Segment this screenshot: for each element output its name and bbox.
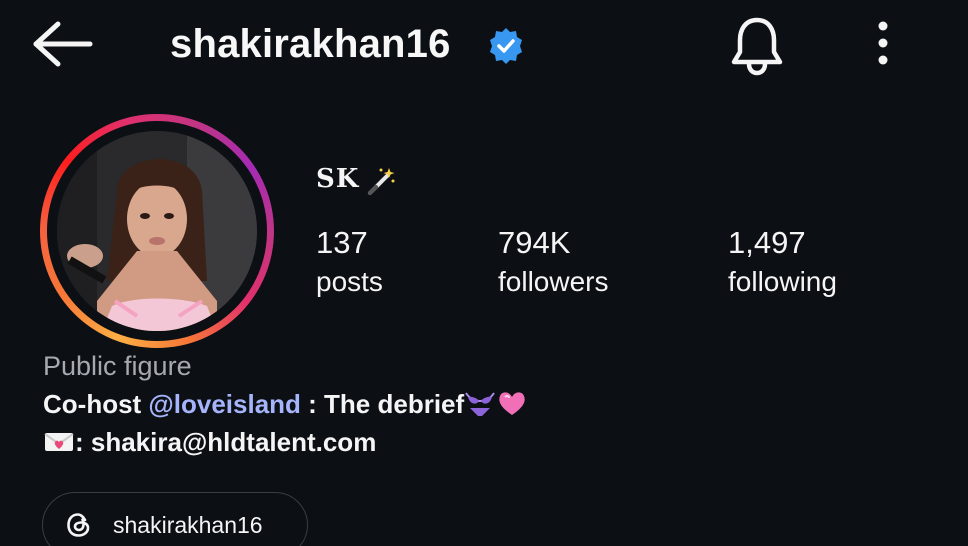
back-button[interactable] bbox=[30, 18, 94, 70]
bell-icon bbox=[731, 17, 783, 76]
bio-line-1: Co-host @loveisland : The debrief bbox=[43, 386, 528, 422]
threads-link-button[interactable]: shakirakhan16 bbox=[42, 492, 308, 546]
following-count: 1,497 bbox=[728, 225, 806, 260]
magic-wand-emoji-icon bbox=[368, 168, 395, 195]
more-vertical-icon bbox=[878, 21, 888, 65]
followers-stat[interactable]: 794K followers bbox=[498, 224, 608, 302]
love-letter-emoji-icon bbox=[44, 433, 74, 451]
bio-suffix: : The debrief bbox=[300, 389, 465, 419]
more-options-button[interactable] bbox=[866, 16, 900, 72]
avatar[interactable] bbox=[57, 131, 257, 331]
profile-category: Public figure bbox=[43, 351, 192, 381]
arrow-left-icon bbox=[33, 21, 93, 67]
threads-icon bbox=[67, 513, 90, 537]
profile-photo bbox=[57, 131, 257, 331]
story-ring[interactable] bbox=[40, 114, 274, 348]
bikini-emoji-icon bbox=[465, 392, 496, 416]
verified-badge-icon bbox=[490, 28, 522, 64]
threads-username: shakirakhan16 bbox=[113, 512, 263, 538]
bio-email[interactable]: : shakira@hldtalent.com bbox=[75, 427, 376, 457]
posts-stat[interactable]: 137 posts bbox=[316, 224, 383, 302]
followers-count: 794K bbox=[498, 225, 571, 260]
notifications-button[interactable] bbox=[726, 12, 788, 78]
following-label: following bbox=[728, 266, 837, 297]
display-name: SK bbox=[316, 164, 360, 194]
followers-label: followers bbox=[498, 266, 609, 297]
profile-username: shakirakhan16 bbox=[170, 22, 451, 66]
bio-mention-link[interactable]: @loveisland bbox=[148, 389, 301, 419]
posts-count: 137 bbox=[316, 225, 368, 260]
posts-label: posts bbox=[316, 266, 383, 297]
pink-heart-emoji-icon bbox=[499, 392, 525, 415]
profile-page: shakirakhan16 SK 137 posts 794K follower… bbox=[0, 0, 968, 546]
bio-prefix: Co-host bbox=[43, 389, 149, 419]
following-stat[interactable]: 1,497 following bbox=[728, 224, 837, 302]
bio-line-2: : shakira@hldtalent.com bbox=[43, 424, 376, 460]
